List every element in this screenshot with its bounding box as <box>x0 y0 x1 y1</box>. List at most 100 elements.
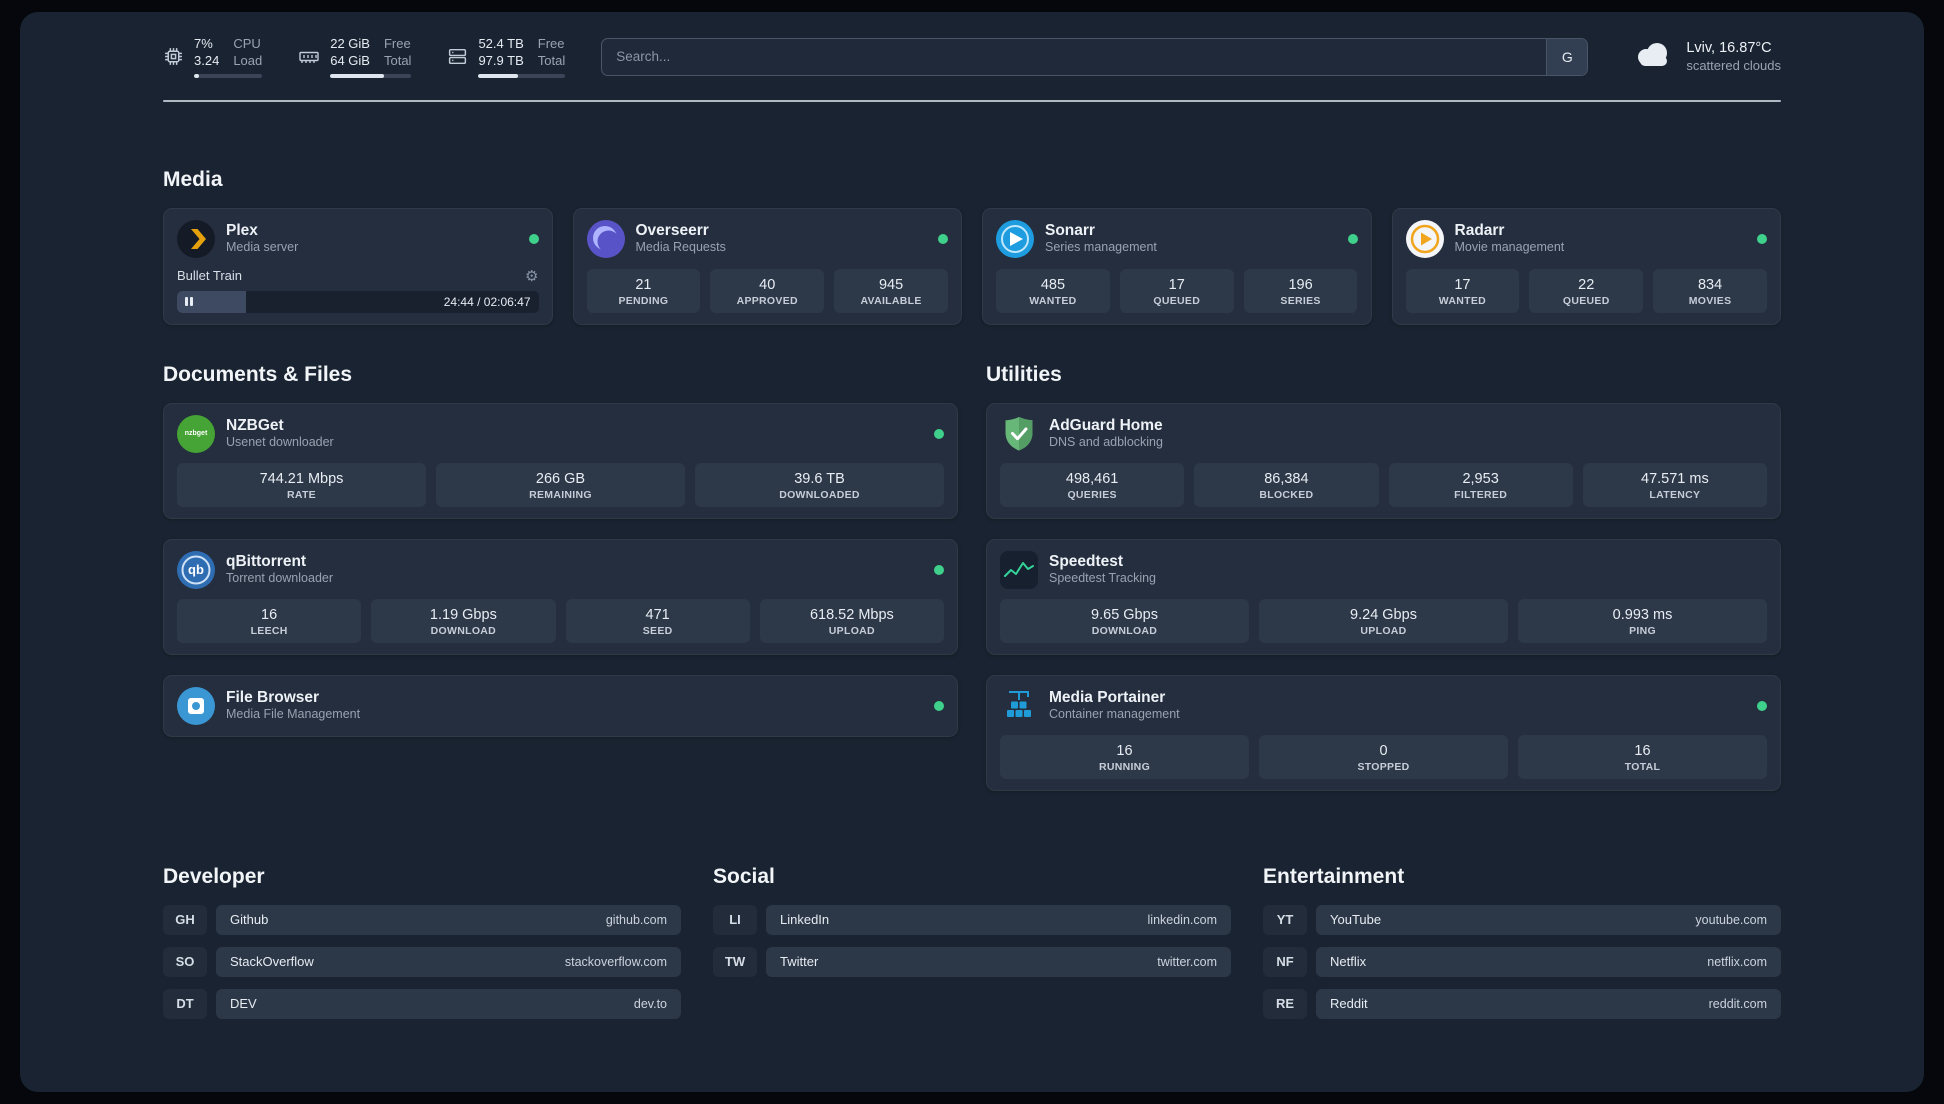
bookmark-url: netflix.com <box>1707 954 1767 969</box>
card-filebrowser[interactable]: File Browser Media File Management <box>163 674 958 737</box>
card-overseerr[interactable]: Overseerr Media Requests 21 PENDING 40 APP… <box>572 207 962 325</box>
bookmark-youtube[interactable]: YT YouTube youtube.com <box>1263 904 1781 935</box>
playback-time: 24:44 / 02:06:47 <box>443 294 531 309</box>
bookmark-name: LinkedIn <box>780 912 830 927</box>
bookmark-name: Reddit <box>1330 996 1368 1011</box>
stat-queued: 17 QUEUED <box>1119 268 1234 313</box>
search-input[interactable] <box>602 38 1547 75</box>
disk-drive-icon <box>447 46 468 67</box>
memory-total-label: Total <box>383 53 412 68</box>
bookmark-url: twitter.com <box>1157 954 1217 969</box>
weather-widget[interactable]: Lviv, 16.87°C scattered clouds <box>1632 39 1781 75</box>
app-name: NZBGet <box>226 416 284 434</box>
stat-queued: 22 QUEUED <box>1529 268 1644 313</box>
bookmark-url: dev.to <box>633 996 667 1011</box>
app-subtitle: Container management <box>1049 706 1180 721</box>
stat-remaining: 266 GB REMAINING <box>436 462 685 507</box>
bookmark-name: Github <box>230 912 269 927</box>
disk-free-value: 52.4 TB <box>478 36 524 51</box>
status-dot-online <box>934 428 944 439</box>
radarr-icon <box>1405 219 1444 258</box>
stat-seed: 471 SEED <box>565 598 750 643</box>
gear-icon[interactable]: ⚙ <box>525 267 538 285</box>
card-portainer[interactable]: Media Portainer Container management 16 R… <box>986 674 1781 791</box>
app-subtitle: Media server <box>226 239 299 254</box>
bookmark-abbr: DT <box>163 988 207 1019</box>
cpu-chip-icon <box>163 46 184 67</box>
app-subtitle: Torrent downloader <box>226 570 334 585</box>
card-speedtest[interactable]: Speedtest Speedtest Tracking 9.65 Gbps DO… <box>986 538 1781 655</box>
bookmark-linkedin[interactable]: LI LinkedIn linkedin.com <box>713 904 1231 935</box>
card-plex[interactable]: Plex Media server Bullet Train ⚙ 24:44 /… <box>163 207 553 325</box>
app-subtitle: Movie management <box>1454 239 1565 254</box>
bookmark-abbr: GH <box>163 904 207 935</box>
plex-icon <box>177 219 215 258</box>
bookmark-url: reddit.com <box>1708 996 1767 1011</box>
bookmark-name: StackOverflow <box>230 954 314 969</box>
portainer-icon <box>1000 687 1038 725</box>
sonarr-icon <box>996 219 1034 258</box>
disk-free-label: Free <box>537 36 565 51</box>
top-bar: 7% CPU 3.24 Load 22 GiB Free 64 GiB Tota… <box>163 36 1781 78</box>
topbar-divider <box>163 99 1781 102</box>
stat-leech: 16 LEECH <box>177 598 362 643</box>
nzbget-icon: nzbget <box>177 414 215 453</box>
section-documents: Documents & Files nzbget NZBGet Usenet d… <box>163 363 958 791</box>
bookmark-url: youtube.com <box>1695 912 1767 927</box>
status-dot-online <box>934 564 944 575</box>
now-playing-title: Bullet Train <box>177 268 243 283</box>
app-name: Radarr <box>1454 221 1505 239</box>
disk-metric: 52.4 TB Free 97.9 TB Total <box>447 36 566 78</box>
bookmark-abbr: RE <box>1263 988 1307 1019</box>
stat-available: 945 AVAILABLE <box>834 268 948 313</box>
bookmark-stackoverflow[interactable]: SO StackOverflow stackoverflow.com <box>163 946 681 977</box>
memory-ram-icon <box>298 46 320 67</box>
bookmark-group-social: Social LI LinkedIn linkedin.com TW Twitt… <box>713 865 1231 1031</box>
app-name: Sonarr <box>1045 221 1095 239</box>
search-engine-button[interactable]: G <box>1546 38 1588 75</box>
entertainment-section-title: Entertainment <box>1263 864 1405 888</box>
memory-metric: 22 GiB Free 64 GiB Total <box>298 36 412 78</box>
pause-button[interactable] <box>185 297 193 306</box>
app-subtitle: Media Requests <box>635 239 726 254</box>
bookmark-name: YouTube <box>1330 912 1382 927</box>
stat-blocked: 86,384 BLOCKED <box>1194 462 1379 507</box>
app-subtitle: Usenet downloader <box>226 434 334 449</box>
card-radarr[interactable]: Radarr Movie management 17 WANTED 22 QUEUE… <box>1391 207 1781 325</box>
bookmark-dev[interactable]: DT DEV dev.to <box>163 988 681 1019</box>
app-subtitle: Series management <box>1045 239 1157 254</box>
stat-queries: 498,461 QUERIES <box>1000 462 1185 507</box>
section-media: Media Plex Media server Bullet Train ⚙ 2… <box>163 168 1781 325</box>
bookmark-twitter[interactable]: TW Twitter twitter.com <box>713 946 1231 977</box>
stat-upload: 618.52 Mbps UPLOAD <box>759 598 944 643</box>
app-subtitle: DNS and adblocking <box>1049 434 1163 449</box>
card-qbittorrent[interactable]: qb qBittorrent Torrent downloader 16 LEEC… <box>163 538 958 655</box>
bookmark-github[interactable]: GH Github github.com <box>163 904 681 935</box>
bookmark-reddit[interactable]: RE Reddit reddit.com <box>1263 988 1781 1019</box>
app-name: Media Portainer <box>1049 688 1166 706</box>
stat-approved: 40 APPROVED <box>710 268 825 313</box>
qbittorrent-icon: qb <box>177 550 215 589</box>
speedtest-icon <box>1000 550 1038 589</box>
card-sonarr[interactable]: Sonarr Series management 485 WANTED 17 QUE… <box>982 207 1372 325</box>
cloud-icon <box>1632 40 1674 73</box>
card-nzbget[interactable]: nzbget NZBGet Usenet downloader 744.21 M… <box>163 402 958 519</box>
documents-section-title: Documents & Files <box>163 362 353 386</box>
status-dot-online <box>934 700 944 711</box>
section-utilities: Utilities AdGuard Home DNS and adblockin… <box>986 363 1781 791</box>
app-name: AdGuard Home <box>1049 416 1163 434</box>
status-dot-online <box>938 233 948 244</box>
stat-movies: 834 MOVIES <box>1653 268 1767 313</box>
cpu-label: CPU <box>233 36 261 51</box>
weather-location: Lviv, 16.87°C <box>1686 39 1772 56</box>
card-adguard[interactable]: AdGuard Home DNS and adblocking 498,461 Q… <box>986 402 1781 519</box>
bookmark-abbr: NF <box>1263 946 1307 977</box>
app-subtitle: Media File Management <box>226 706 361 721</box>
stat-stopped: 0 STOPPED <box>1259 734 1508 779</box>
bookmark-netflix[interactable]: NF Netflix netflix.com <box>1263 946 1781 977</box>
app-name: qBittorrent <box>226 552 307 570</box>
stat-pending: 21 PENDING <box>586 268 701 313</box>
playback-progress-bar: 24:44 / 02:06:47 <box>177 290 539 313</box>
app-name: Plex <box>226 221 258 239</box>
media-section-title: Media <box>163 167 223 191</box>
